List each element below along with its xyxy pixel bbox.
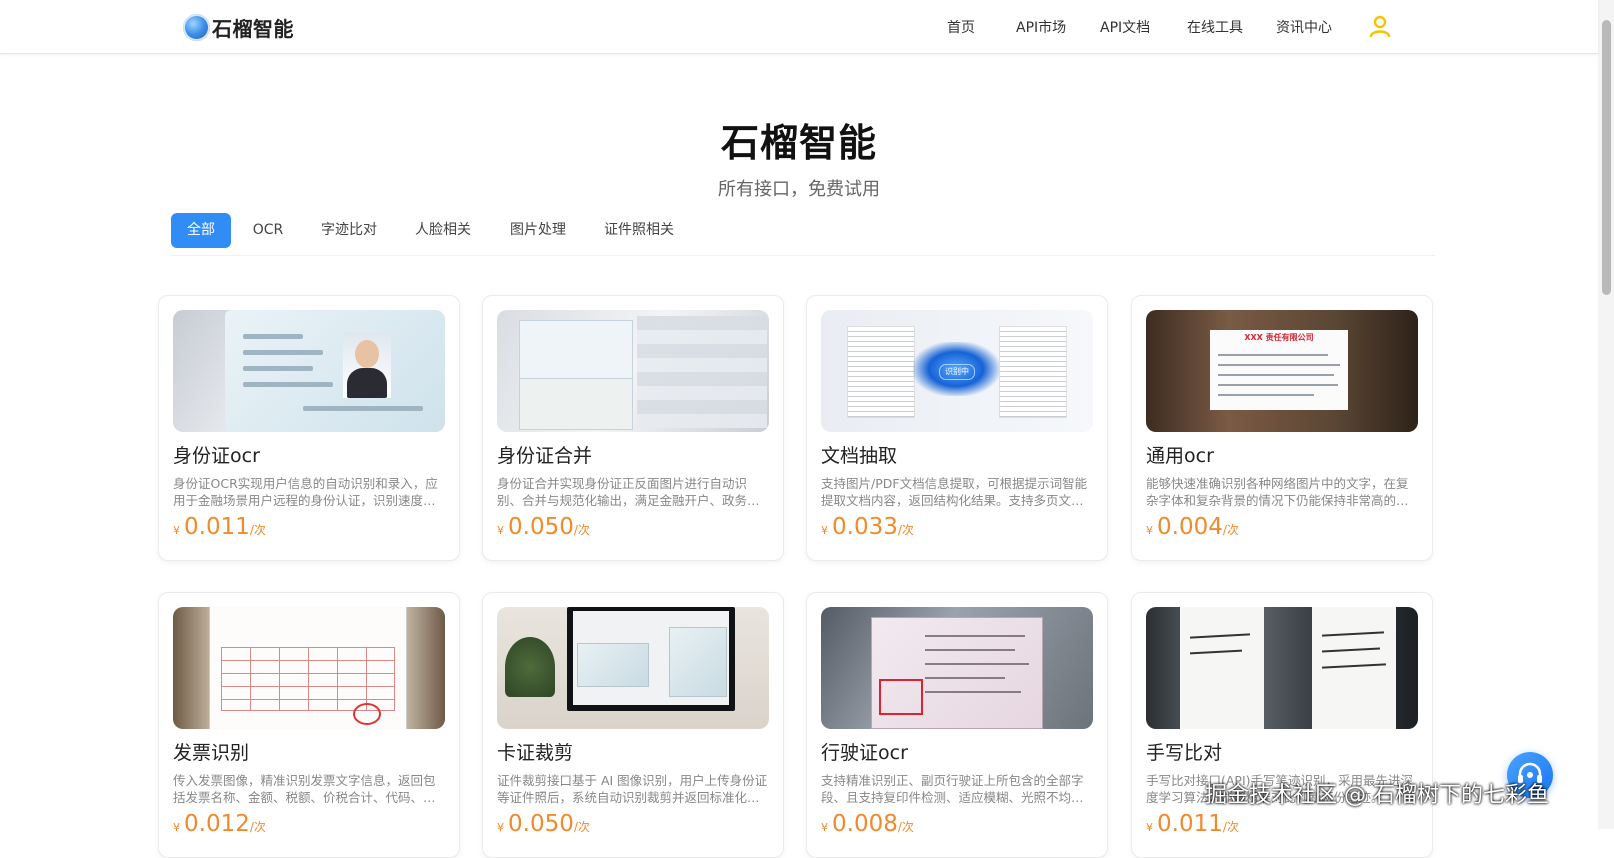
currency-symbol: ¥ <box>497 524 504 537</box>
currency-symbol: ¥ <box>1146 524 1153 537</box>
tab-image[interactable]: 图片处理 <box>506 213 570 248</box>
currency-symbol: ¥ <box>1146 821 1153 834</box>
nav-item-home[interactable]: 首页 <box>947 17 975 37</box>
logo-mark-icon <box>183 13 210 41</box>
brand-logo[interactable]: 石榴智能 <box>183 13 294 41</box>
card-title: 手写比对 <box>1146 742 1223 764</box>
card-price: ¥0.008/次 <box>821 811 914 837</box>
product-card[interactable]: 身份证ocr 身份证OCR实现用户信息的自动识别和录入，应用于金融场景用户远程的… <box>158 295 460 561</box>
id-card-thumbnail <box>173 310 445 432</box>
card-title: 发票识别 <box>173 742 250 764</box>
card-price: ¥0.011/次 <box>173 514 266 540</box>
price-value: 0.050 <box>508 514 574 540</box>
price-value: 0.011 <box>184 514 250 540</box>
card-crop-thumbnail <box>497 607 769 729</box>
tab-ocr[interactable]: OCR <box>243 213 293 248</box>
price-unit: /次 <box>897 523 914 537</box>
price-unit: /次 <box>573 820 590 834</box>
tabs-divider <box>171 255 1435 256</box>
card-description: 身份证OCR实现用户信息的自动识别和录入，应用于金融场景用户远程的身份认证，识别… <box>173 476 438 508</box>
card-description: 支持精准识别正、副页行驶证上所包含的全部字段、且支持复印件检测、适应模糊、光照不… <box>821 773 1084 805</box>
user-icon[interactable] <box>1368 14 1392 38</box>
tab-face[interactable]: 人脸相关 <box>411 213 475 248</box>
price-value: 0.011 <box>1157 811 1223 837</box>
handwriting-thumbnail <box>1146 607 1418 729</box>
doc-extract-thumbnail: 识别中 <box>821 310 1093 432</box>
currency-symbol: ¥ <box>497 821 504 834</box>
product-card[interactable]: XXX 责任有限公司 通用ocr 能够快速准确识别各种网络图片中的文字，在复杂字… <box>1131 295 1433 561</box>
card-price: ¥0.050/次 <box>497 811 590 837</box>
tab-id-photo[interactable]: 证件照相关 <box>600 213 678 248</box>
price-value: 0.008 <box>832 811 898 837</box>
card-description: 身份证合并实现身份证正反面图片进行自动识别、合并与规范化输出，满足金融开户、政务… <box>497 476 760 508</box>
price-value: 0.050 <box>508 811 574 837</box>
product-card[interactable]: 身份证合并 身份证合并实现身份证正反面图片进行自动识别、合并与规范化输出，满足金… <box>482 295 784 561</box>
page-title: 石榴智能 <box>720 121 877 165</box>
currency-symbol: ¥ <box>821 821 828 834</box>
price-unit: /次 <box>573 523 590 537</box>
currency-symbol: ¥ <box>173 821 180 834</box>
brand-name: 石榴智能 <box>212 16 294 41</box>
card-price: ¥0.033/次 <box>821 514 914 540</box>
product-card[interactable]: 发票识别 传入发票图像，精准识别发票文字信息，返回包括发票名称、金额、税额、价税… <box>158 592 460 858</box>
currency-symbol: ¥ <box>173 524 180 537</box>
card-title: 身份证合并 <box>497 445 593 467</box>
invoice-thumbnail <box>173 607 445 729</box>
product-card[interactable]: 卡证裁剪 证件裁剪接口基于 AI 图像识别，用户上传身份证等证件照后，系统自动识… <box>482 592 784 858</box>
nav-item-online-tools[interactable]: 在线工具 <box>1187 17 1243 37</box>
scrollbar-thumb[interactable] <box>1602 20 1611 295</box>
tab-all[interactable]: 全部 <box>171 213 231 248</box>
price-unit: /次 <box>249 820 266 834</box>
product-card[interactable]: 识别中 文档抽取 支持图片/PDF文档信息提取，可根据提示词智能提取文档内容，返… <box>806 295 1108 561</box>
price-value: 0.033 <box>832 514 898 540</box>
card-price: ¥0.050/次 <box>497 514 590 540</box>
price-unit: /次 <box>1222 820 1239 834</box>
id-merge-thumbnail <box>497 310 769 432</box>
tab-handwriting[interactable]: 字迹比对 <box>317 213 381 248</box>
card-title: 行驶证ocr <box>821 742 908 764</box>
page-scrollbar[interactable] <box>1598 0 1614 829</box>
thumbnail-badge: 识别中 <box>939 364 975 380</box>
price-value: 0.012 <box>184 811 250 837</box>
driving-license-thumbnail <box>821 607 1093 729</box>
card-title: 通用ocr <box>1146 445 1214 467</box>
nav-item-news[interactable]: 资讯中心 <box>1276 17 1332 37</box>
nav-item-api-docs[interactable]: API文档 <box>1100 17 1150 37</box>
currency-symbol: ¥ <box>821 524 828 537</box>
card-price: ¥0.012/次 <box>173 811 266 837</box>
card-title: 卡证裁剪 <box>497 742 574 764</box>
product-card[interactable]: 手写比对 手写比对接口(API)手写笔迹识别，采用最先进深度学习算法，能够精准对… <box>1131 592 1433 858</box>
card-description: 传入发票图像，精准识别发票文字信息，返回包括发票名称、金额、税额、价税合计、代码… <box>173 773 436 805</box>
card-description: 证件裁剪接口基于 AI 图像识别，用户上传身份证等证件照后，系统自动识别裁剪并返… <box>497 773 768 805</box>
card-price: ¥0.004/次 <box>1146 514 1239 540</box>
price-unit: /次 <box>249 523 266 537</box>
card-title: 身份证ocr <box>173 445 260 467</box>
card-description: 能够快速准确识别各种网络图片中的文字，在复杂字体和复杂背景的情况下仍能保持非常高… <box>1146 476 1409 508</box>
page-subtitle: 所有接口，免费试用 <box>718 179 880 200</box>
thumbnail-badge: XXX 责任有限公司 <box>1244 333 1314 342</box>
price-unit: /次 <box>897 820 914 834</box>
price-unit: /次 <box>1222 523 1239 537</box>
nav-item-api-market[interactable]: API市场 <box>1016 17 1066 37</box>
general-ocr-thumbnail: XXX 责任有限公司 <box>1146 310 1418 432</box>
card-price: ¥0.011/次 <box>1146 811 1239 837</box>
price-value: 0.004 <box>1157 514 1223 540</box>
card-title: 文档抽取 <box>821 445 898 467</box>
watermark-text: 掘金技术社区 @ 石榴树下的七彩鱼 <box>1205 783 1549 808</box>
product-card[interactable]: 行驶证ocr 支持精准识别正、副页行驶证上所包含的全部字段、且支持复印件检测、适… <box>806 592 1108 858</box>
top-navbar: 石榴智能 首页 API市场 API文档 在线工具 资讯中心 <box>0 0 1598 54</box>
card-description: 支持图片/PDF文档信息提取，可根据提示词智能提取文档内容，返回结构化结果。支持… <box>821 476 1088 508</box>
